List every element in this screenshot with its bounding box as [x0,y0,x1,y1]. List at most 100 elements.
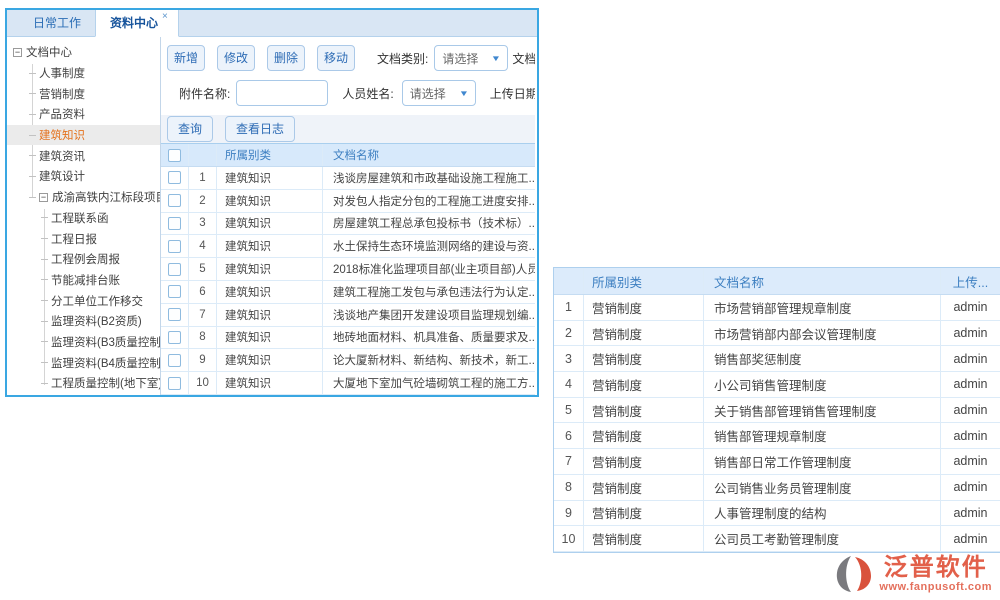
tree-item[interactable]: −文档中心 [7,42,160,63]
tree-collapse-icon[interactable]: − [13,48,22,57]
row-doc-name[interactable]: 建筑工程施工发包与承包违法行为认定... [323,281,535,303]
tree-item[interactable]: 分工单位工作移交 [7,290,160,311]
tree-branch-line [41,341,48,342]
row-doc-name[interactable]: 论大厦新材料、新结构、新技术，新工... [323,349,535,371]
table-row[interactable]: 8营销制度公司销售业务员管理制度admin [554,475,1000,501]
uploader-column-header[interactable]: 上传... [941,268,1000,294]
tree-collapse-icon[interactable]: − [39,193,48,202]
row-doc-name[interactable]: 对发包人指定分包的工程施工进度安排... [323,190,535,212]
tree-item-label: 工程例会周报 [51,251,120,267]
doc-name-column-header[interactable]: 文档名称 [323,144,535,166]
row-doc-name[interactable]: 2018标准化监理项目部(业主项目部)人员... [323,258,535,280]
clipped-doc-label: 文档 [512,50,535,67]
view-log-button[interactable]: 查看日志 [225,116,295,142]
tree-item-label: 人事制度 [39,65,85,81]
tree-item[interactable]: 建筑资讯 [7,145,160,166]
row-checkbox[interactable] [168,285,181,298]
tab-data-center[interactable]: 资料中心 × [95,8,179,37]
table-row[interactable]: 6建筑知识建筑工程施工发包与承包违法行为认定... [161,281,535,304]
row-doc-name[interactable]: 销售部奖惩制度 [704,346,941,371]
attachment-name-input[interactable] [236,80,328,106]
table-row[interactable]: 1营销制度市场营销部管理规章制度admin [554,295,1000,321]
table-row[interactable]: 3建筑知识房屋建筑工程总承包投标书（技术标）... [161,213,535,236]
tree-item[interactable]: 工程例会周报 [7,249,160,270]
person-name-select[interactable]: 请选择 ▼ [402,80,476,106]
add-button[interactable]: 新增 [167,45,205,71]
person-name-label: 人员姓名: [342,85,393,102]
row-doc-name[interactable]: 公司销售业务员管理制度 [704,475,941,500]
select-all-checkbox[interactable] [168,149,181,162]
row-doc-name[interactable]: 小公司销售管理制度 [704,372,941,397]
table-row[interactable]: 4建筑知识水土保持生态环境监测网络的建设与资... [161,235,535,258]
category-column-header[interactable]: 所属别类 [217,144,323,166]
tree-item[interactable]: 人事制度 [7,63,160,84]
row-checkbox[interactable] [168,331,181,344]
row-doc-name[interactable]: 大厦地下室加气砼墙砌筑工程的施工方... [323,372,535,394]
row-doc-name[interactable]: 房屋建筑工程总承包投标书（技术标）... [323,213,535,235]
tree-item[interactable]: 监理资料(B4质量控制) [7,352,160,373]
tree-item[interactable]: 建筑知识 [7,125,160,146]
row-doc-name[interactable]: 人事管理制度的结构 [704,501,941,526]
row-number: 7 [554,449,584,474]
row-doc-name[interactable]: 市场营销部内部会议管理制度 [704,321,941,346]
row-checkbox[interactable] [168,263,181,276]
table-row[interactable]: 8建筑知识地砖地面材料、机具准备、质量要求及... [161,327,535,350]
table-row[interactable]: 4营销制度小公司销售管理制度admin [554,372,1000,398]
table-row[interactable]: 9建筑知识论大厦新材料、新结构、新技术，新工... [161,349,535,372]
table-row[interactable]: 7营销制度销售部日常工作管理制度admin [554,449,1000,475]
tree-branch-line [29,114,36,115]
tab-daily-work[interactable]: 日常工作 [19,9,95,36]
tree-item[interactable]: 营销制度 [7,83,160,104]
tree-item[interactable]: 监理资料(B2资质) [7,311,160,332]
tree-item-label: 工程日报 [51,231,97,247]
query-button[interactable]: 查询 [167,116,213,142]
tree-item[interactable]: 工程日报 [7,228,160,249]
table-row[interactable]: 2建筑知识对发包人指定分包的工程施工进度安排... [161,190,535,213]
table-row[interactable]: 7建筑知识浅谈地产集团开发建设项目监理规划编... [161,304,535,327]
tree-item[interactable]: −成渝高铁内江标段项目 [7,187,160,208]
delete-button[interactable]: 删除 [267,45,305,71]
tree-item[interactable]: 工程联系函 [7,208,160,229]
row-number: 9 [189,349,217,371]
category-column-header[interactable]: 所属别类 [584,268,704,294]
table-row[interactable]: 5建筑知识2018标准化监理项目部(业主项目部)人员... [161,258,535,281]
select-all-cell [161,144,189,166]
tree-item[interactable]: 产品资料 [7,104,160,125]
tree-item[interactable]: 节能减排台账 [7,270,160,291]
row-doc-name[interactable]: 公司员工考勤管理制度 [704,526,941,551]
table-row[interactable]: 2营销制度市场营销部内部会议管理制度admin [554,321,1000,347]
row-checkbox[interactable] [168,240,181,253]
move-button[interactable]: 移动 [317,45,355,71]
table-row[interactable]: 6营销制度销售部管理规章制度admin [554,423,1000,449]
row-doc-name[interactable]: 浅谈房屋建筑和市政基础设施工程施工... [323,167,535,189]
doc-category-select[interactable]: 请选择 ▼ [434,45,508,71]
row-doc-name[interactable]: 市场营销部管理规章制度 [704,295,941,320]
row-checkbox[interactable] [168,171,181,184]
table-row[interactable]: 10营销制度公司员工考勤管理制度admin [554,526,1000,552]
doc-name-column-header[interactable]: 文档名称 [704,268,941,294]
tree-item[interactable]: 建筑设计 [7,166,160,187]
row-doc-name[interactable]: 销售部日常工作管理制度 [704,449,941,474]
tree-item[interactable]: 工程质量控制(主体) [7,394,160,395]
tree-item[interactable]: 工程质量控制(地下室) [7,373,160,394]
row-checkbox[interactable] [168,377,181,390]
row-doc-name[interactable]: 地砖地面材料、机具准备、质量要求及... [323,327,535,349]
table-row[interactable]: 3营销制度销售部奖惩制度admin [554,346,1000,372]
row-doc-name[interactable]: 关于销售部管理销售管理制度 [704,398,941,423]
edit-button[interactable]: 修改 [217,45,255,71]
table-row[interactable]: 10建筑知识大厦地下室加气砼墙砌筑工程的施工方... [161,372,535,395]
table-row[interactable]: 9营销制度人事管理制度的结构admin [554,501,1000,527]
row-doc-name[interactable]: 浅谈地产集团开发建设项目监理规划编... [323,304,535,326]
table-row[interactable]: 1建筑知识浅谈房屋建筑和市政基础设施工程施工... [161,167,535,190]
screen: 日常工作 资料中心 × −文档中心人事制度营销制度产品资料建筑知识建筑资讯建筑设… [0,0,1000,600]
row-checkbox[interactable] [168,308,181,321]
row-category: 营销制度 [584,475,704,500]
close-icon[interactable]: × [162,11,168,22]
table-row[interactable]: 5营销制度关于销售部管理销售管理制度admin [554,398,1000,424]
row-checkbox[interactable] [168,354,181,367]
tree-item[interactable]: 监理资料(B3质量控制) [7,332,160,353]
row-doc-name[interactable]: 销售部管理规章制度 [704,423,941,448]
row-doc-name[interactable]: 水土保持生态环境监测网络的建设与资... [323,235,535,257]
row-checkbox[interactable] [168,194,181,207]
row-checkbox[interactable] [168,217,181,230]
